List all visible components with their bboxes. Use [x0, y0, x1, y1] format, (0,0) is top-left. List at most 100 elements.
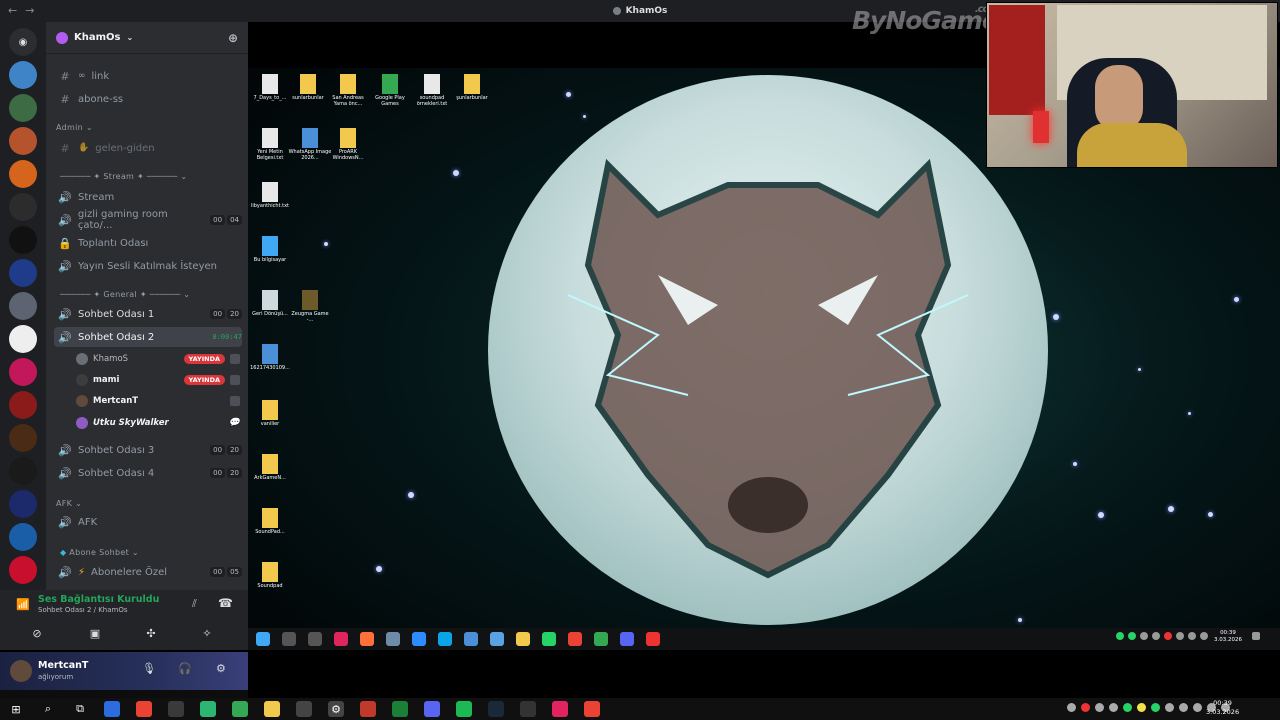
desktop-icon[interactable]: SoundPad...	[248, 508, 292, 536]
tray-icon[interactable]	[1164, 632, 1172, 640]
server-icon-15[interactable]	[9, 523, 37, 551]
microphone-icon[interactable]: 🎙	[142, 662, 156, 675]
file-explorer-icon[interactable]	[264, 701, 280, 717]
tray-icon[interactable]	[1165, 703, 1174, 712]
app-icon[interactable]	[200, 701, 216, 717]
desktop-icon[interactable]: Soundpad	[248, 562, 292, 590]
tray-icon[interactable]	[1067, 703, 1076, 712]
server-icon-5[interactable]	[9, 193, 37, 221]
activities-icon[interactable]: ✣	[134, 624, 168, 642]
volume-icon[interactable]	[1200, 632, 1208, 640]
server-icon-6[interactable]	[9, 226, 37, 254]
app-icon[interactable]	[464, 632, 478, 646]
channel-abone-ss[interactable]: # abone-ss	[54, 89, 242, 109]
whatsapp-icon[interactable]	[542, 632, 556, 646]
server-icon-9[interactable]	[9, 325, 37, 353]
desktop-icon[interactable]: libyanthicht.txt	[248, 182, 292, 210]
search-icon[interactable]	[282, 632, 296, 646]
desktop-icon[interactable]: vanilier	[248, 400, 292, 428]
voice-user-utku[interactable]: Utku SkyWalker 💬	[76, 413, 240, 433]
soundboard-icon[interactable]: ✧	[190, 624, 224, 642]
desktop-icon[interactable]: Zeugma Game -...	[288, 290, 332, 323]
app-icon[interactable]	[296, 701, 312, 717]
app-icon[interactable]	[392, 701, 408, 717]
server-icon-8[interactable]	[9, 292, 37, 320]
server-icon-4[interactable]	[9, 160, 37, 188]
server-icon-3[interactable]	[9, 127, 37, 155]
category-afk[interactable]: AFK ⌄	[56, 499, 82, 508]
server-icon-14[interactable]	[9, 490, 37, 518]
desktop-icon[interactable]: şunlarbunlar	[450, 74, 494, 102]
server-header[interactable]: KhamOs ⌄ ⊕	[46, 22, 248, 54]
desktop-icon[interactable]: ArkGameN...	[248, 454, 292, 482]
category-stream[interactable]: ────── ✦ Stream ✦ ────── ⌄	[60, 172, 187, 181]
voice-channel-sohbet-2[interactable]: 🔊 Sohbet Odası 2 8:00:47	[54, 327, 242, 347]
app-icon[interactable]	[168, 701, 184, 717]
channel-link[interactable]: # ∞ link	[54, 66, 242, 86]
category-admin[interactable]: Admin ⌄	[56, 123, 93, 132]
store-icon[interactable]	[104, 701, 120, 717]
server-icon-11[interactable]	[9, 391, 37, 419]
app-icon[interactable]	[386, 632, 400, 646]
voice-channel-afk[interactable]: 🔊 AFK	[54, 512, 242, 532]
voice-user-mami[interactable]: mami YAYINDA	[76, 370, 240, 390]
server-icon-10[interactable]	[9, 358, 37, 386]
file-explorer-icon[interactable]	[516, 632, 530, 646]
windows-start-icon[interactable]: ⊞	[8, 701, 24, 717]
category-abone-sohbet[interactable]: ◆ Abone Sohbet ⌄	[60, 548, 139, 557]
voice-channel-toplanti[interactable]: 🔒 Toplantı Odası	[54, 233, 242, 253]
channel-gelen-giden[interactable]: # ✋ gelen-giden	[54, 138, 242, 158]
server-icon-12[interactable]	[9, 424, 37, 452]
store-icon[interactable]	[412, 632, 426, 646]
app-icon[interactable]	[360, 701, 376, 717]
app-icon[interactable]	[594, 632, 608, 646]
desktop-icon[interactable]: Geri Dönüşü...	[248, 290, 292, 318]
edge-icon[interactable]	[438, 632, 452, 646]
back-arrow-icon[interactable]: ←	[8, 4, 17, 17]
server-icon-16[interactable]	[9, 556, 37, 584]
task-view-icon[interactable]	[308, 632, 322, 646]
server-icon-2[interactable]	[9, 94, 37, 122]
gear-icon[interactable]: ⚙	[216, 662, 226, 675]
screen-share-icon[interactable]: ▣	[78, 624, 112, 642]
tray-icon[interactable]	[1116, 632, 1124, 640]
server-icon-13[interactable]	[9, 457, 37, 485]
desktop-icon[interactable]: San Andreas Yama önc...	[326, 74, 370, 107]
settings-icon[interactable]: ⚙	[328, 701, 344, 717]
notification-icon[interactable]	[1252, 632, 1260, 640]
tray-icon[interactable]	[1193, 703, 1202, 712]
voice-channel-sohbet-4[interactable]: 🔊 Sohbet Odası 4 00 20	[54, 463, 242, 483]
forward-arrow-icon[interactable]: →	[25, 4, 34, 17]
voice-status[interactable]: Ses Bağlantısı Kuruldu	[38, 594, 159, 605]
voice-user-khamos[interactable]: KhamoS YAYINDA	[76, 349, 240, 369]
desktop-icon[interactable]: 16217430109...	[248, 344, 292, 372]
start-icon[interactable]	[256, 632, 270, 646]
add-member-icon[interactable]: ⊕	[228, 31, 238, 45]
epic-games-icon[interactable]	[520, 701, 536, 717]
desktop-icon[interactable]: Bu bilgisayar	[248, 236, 292, 264]
noise-suppression-icon[interactable]: ⫽	[192, 597, 197, 611]
desktop-icon[interactable]: ProARK WindowsN...	[326, 128, 370, 161]
opera-icon[interactable]	[552, 701, 568, 717]
chrome-icon[interactable]	[568, 632, 582, 646]
tray-icon[interactable]	[1109, 703, 1118, 712]
search-icon[interactable]: ⌕	[40, 701, 56, 717]
voice-channel-gizli-gaming[interactable]: 🔊 gizli gaming room çato/... 00 04	[54, 209, 242, 231]
voice-channel-sohbet-1[interactable]: 🔊 Sohbet Odası 1 00 20	[54, 304, 242, 324]
headphones-icon[interactable]: 🎧	[178, 662, 192, 675]
taskbar-clock[interactable]: 00:39 3.03.2026	[1206, 699, 1239, 717]
steam-icon[interactable]	[488, 701, 504, 717]
discord-icon[interactable]	[620, 632, 634, 646]
tray-icon[interactable]	[1137, 703, 1146, 712]
avatar[interactable]	[10, 660, 32, 682]
voice-location[interactable]: Sohbet Odası 2 / KhamOs	[38, 606, 128, 614]
voice-channel-stream[interactable]: 🔊 Stream	[54, 187, 242, 207]
chrome-icon[interactable]	[136, 701, 152, 717]
tray-icon[interactable]	[1188, 632, 1196, 640]
task-view-icon[interactable]: ⧉	[72, 701, 88, 717]
voice-channel-sohbet-3[interactable]: 🔊 Sohbet Odası 3 00 20	[54, 440, 242, 460]
voice-channel-yayin-sesli[interactable]: 🔊 Yayın Sesli Katılmak İsteyen	[54, 256, 242, 276]
desktop-icon[interactable]: soundpad örnekleri.txt	[410, 74, 454, 107]
tray-icon[interactable]	[1081, 703, 1090, 712]
server-icon-1[interactable]	[9, 61, 37, 89]
